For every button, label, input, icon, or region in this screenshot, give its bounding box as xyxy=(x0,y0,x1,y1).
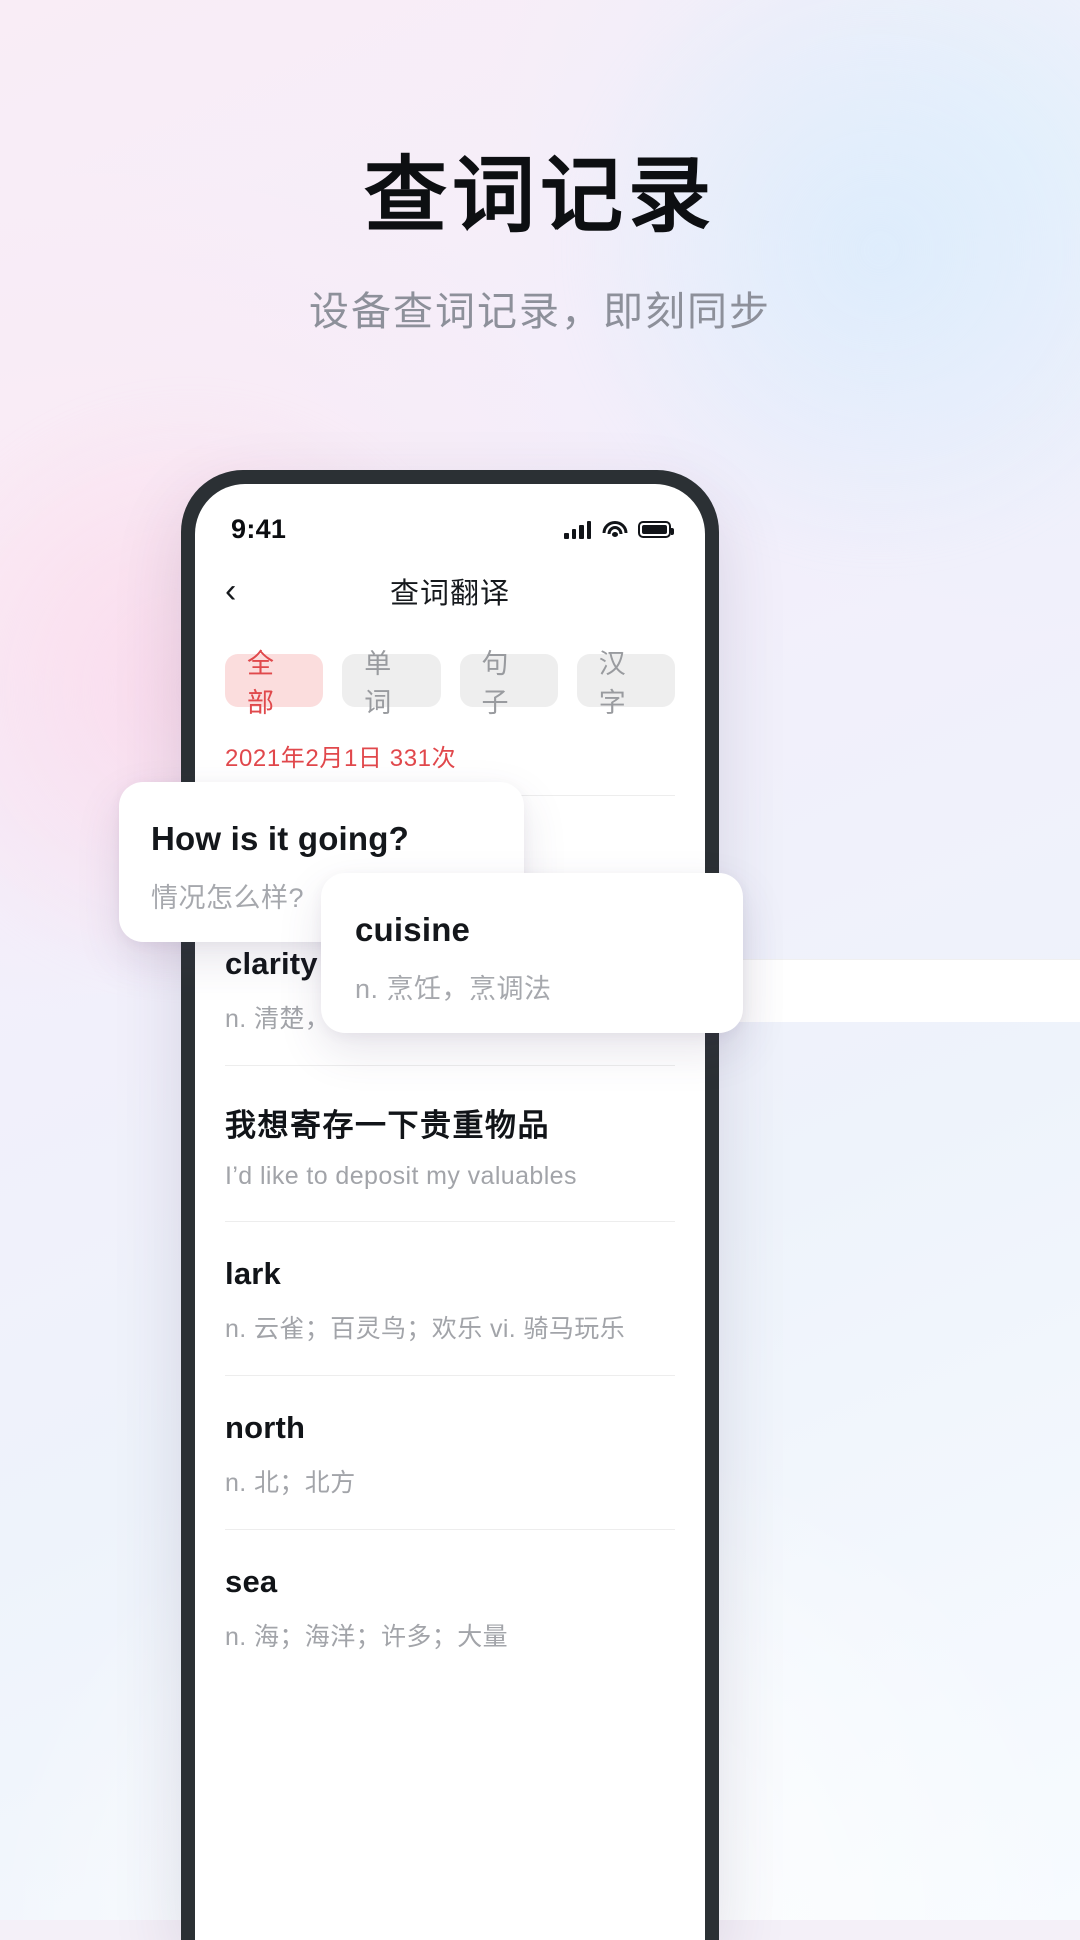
entry-meaning: I’d like to deposit my valuables xyxy=(225,1162,577,1190)
floating-card-term: cuisine xyxy=(355,911,471,948)
nav-title: 查词翻译 xyxy=(389,578,510,610)
date-group-label: 2021年2月1日 331次 xyxy=(225,745,457,772)
status-time: 9:41 xyxy=(231,513,287,544)
phone-screen: 9:41 ‹ 查词翻译 全部 单词 句子 汉字 2021年2月1日 331次 c… xyxy=(195,484,705,1940)
entry-term: sea xyxy=(225,1564,278,1599)
floating-card-word[interactable]: cuisine n. 烹饪，烹调法 xyxy=(321,873,743,1033)
hero-section: 查词记录 设备查词记录，即刻同步 xyxy=(0,149,1080,337)
list-item[interactable]: lark n. 云雀；百灵鸟；欢乐 vi. 骑马玩乐 xyxy=(225,1222,675,1375)
page-subtitle: 设备查词记录，即刻同步 xyxy=(309,289,771,334)
page-title: 查词记录 xyxy=(364,149,716,242)
entry-term: 我想寄存一下贵重物品 xyxy=(225,1108,550,1143)
status-icons xyxy=(564,520,674,539)
list-item[interactable]: 我想寄存一下贵重物品 I’d like to deposit my valuab… xyxy=(225,1066,675,1221)
nav-bar: ‹ 查词翻译 xyxy=(195,556,705,626)
floating-card-meaning: n. 烹饪，烹调法 xyxy=(355,974,552,1004)
entry-meaning: n. 云雀；百灵鸟；欢乐 vi. 骑马玩乐 xyxy=(225,1315,626,1343)
entry-meaning: n. 北；北方 xyxy=(225,1469,356,1497)
filter-chip-sentence[interactable]: 句子 xyxy=(459,649,558,718)
entry-term: lark xyxy=(225,1256,281,1291)
background-panel-edge xyxy=(719,960,1080,1022)
entry-term: north xyxy=(225,1410,306,1445)
filter-tabs: 全部 单词 句子 汉字 xyxy=(195,626,705,718)
filter-chip-all[interactable]: 全部 xyxy=(225,649,324,718)
signal-bars-icon xyxy=(564,520,591,539)
status-bar: 9:41 xyxy=(195,484,705,556)
filter-chip-hanzi[interactable]: 汉字 xyxy=(576,649,675,718)
battery-icon xyxy=(638,520,674,538)
phone-mockup-frame: 9:41 ‹ 查词翻译 全部 单词 句子 汉字 2021年2月1日 331次 c… xyxy=(181,470,719,1940)
list-item[interactable]: north n. 北；北方 xyxy=(225,1376,675,1529)
filter-chip-word[interactable]: 单词 xyxy=(342,649,441,718)
entry-meaning: n. 海；海洋；许多；大量 xyxy=(225,1623,508,1651)
floating-card-term: How is it going? xyxy=(151,820,409,857)
wifi-icon xyxy=(602,520,627,539)
list-item[interactable]: sea n. 海；海洋；许多；大量 xyxy=(225,1530,675,1683)
